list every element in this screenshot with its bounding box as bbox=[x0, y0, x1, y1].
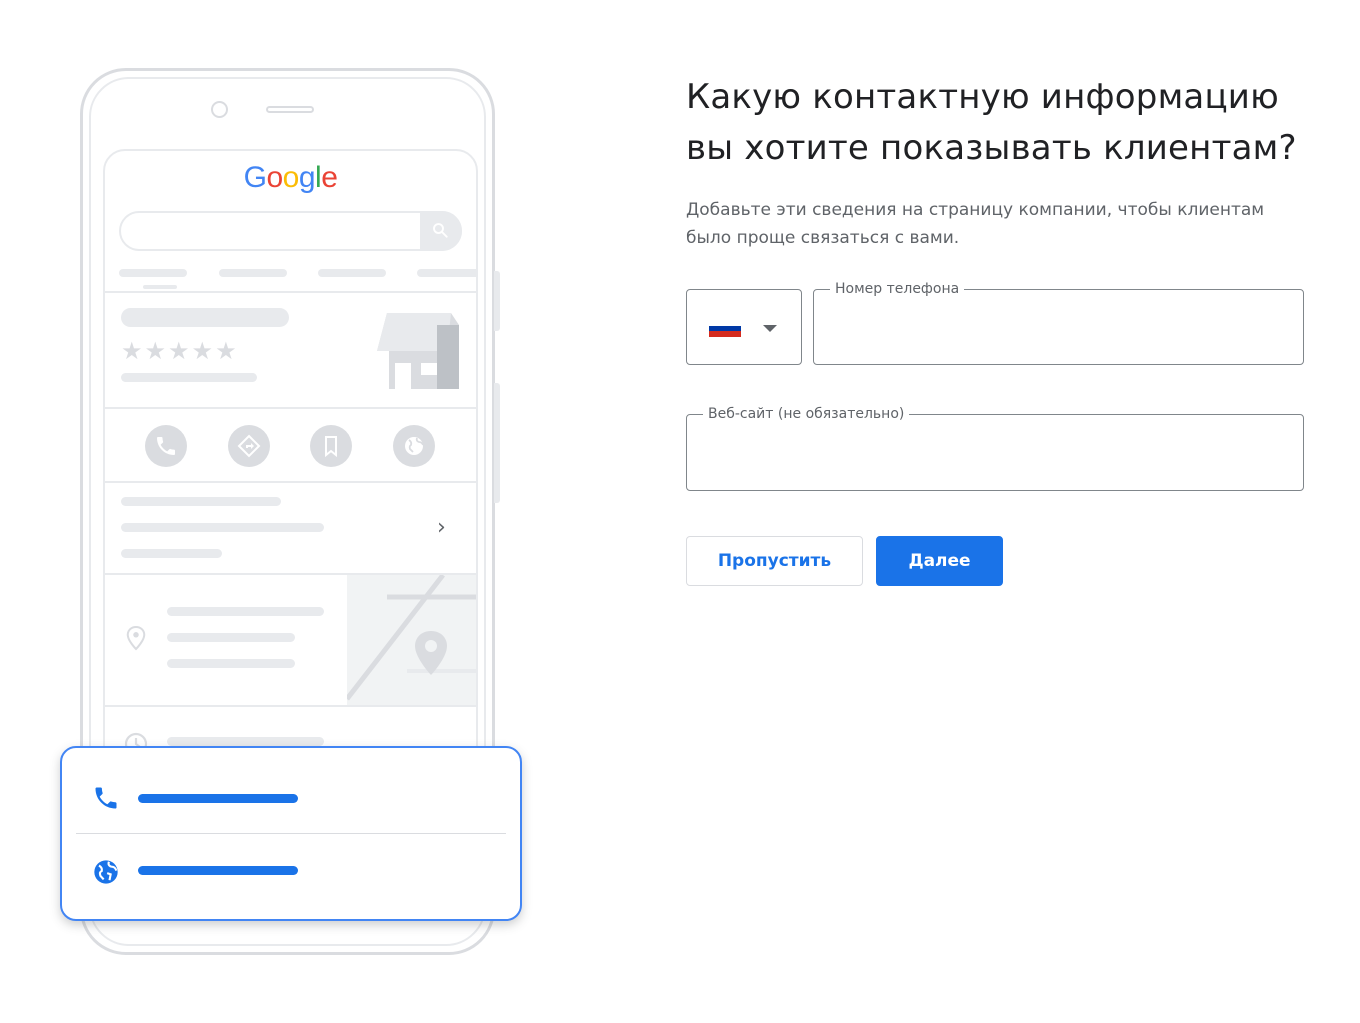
phone-field-label: Номер телефона bbox=[830, 279, 965, 299]
phone-icon bbox=[145, 425, 187, 467]
chevron-down-icon bbox=[763, 325, 777, 332]
website-field[interactable]: Веб-сайт (не обязательно) bbox=[686, 404, 1304, 491]
chevron-right-icon: › bbox=[437, 515, 446, 540]
title-line-1: Какую контактную информацию bbox=[686, 77, 1279, 117]
next-button[interactable]: Далее bbox=[876, 536, 1003, 586]
phone-icon bbox=[92, 784, 120, 817]
page-subtitle: Добавьте эти сведения на страницу компан… bbox=[686, 200, 1265, 248]
website-input[interactable] bbox=[707, 437, 1231, 467]
phone-side-button bbox=[494, 271, 500, 331]
phone-illustration: Google ★★★★★ › bbox=[0, 0, 560, 1023]
location-pin-icon bbox=[125, 625, 147, 656]
country-code-select[interactable] bbox=[686, 289, 802, 365]
skip-button[interactable]: Пропустить bbox=[686, 536, 863, 586]
contact-info-form: Какую контактную информацию вы хотите по… bbox=[686, 72, 1306, 586]
page-title: Какую контактную информацию вы хотите по… bbox=[686, 72, 1306, 174]
directions-icon bbox=[228, 425, 270, 467]
phone-placeholder-line bbox=[138, 794, 298, 803]
rating-stars: ★★★★★ bbox=[121, 337, 239, 365]
phone-field[interactable]: Номер телефона bbox=[813, 279, 1304, 365]
website-field-label: Веб-сайт (не обязательно) bbox=[703, 404, 910, 424]
contact-info-card bbox=[60, 746, 522, 921]
globe-icon bbox=[92, 858, 120, 891]
russia-flag-icon bbox=[709, 320, 741, 337]
illustration-search-bar bbox=[119, 211, 462, 251]
website-placeholder-line bbox=[138, 866, 298, 875]
phone-input[interactable] bbox=[834, 312, 1250, 342]
phone-speaker bbox=[266, 106, 314, 113]
title-line-2: вы хотите показывать клиентам? bbox=[686, 128, 1297, 168]
store-icon bbox=[377, 311, 461, 396]
card-divider bbox=[76, 833, 506, 834]
map-thumbnail bbox=[347, 575, 476, 705]
google-logo: Google bbox=[243, 161, 338, 194]
phone-volume-button bbox=[494, 383, 500, 503]
search-icon bbox=[420, 211, 462, 251]
bookmark-icon bbox=[310, 425, 352, 467]
phone-camera bbox=[211, 101, 228, 118]
globe-icon bbox=[393, 425, 435, 467]
